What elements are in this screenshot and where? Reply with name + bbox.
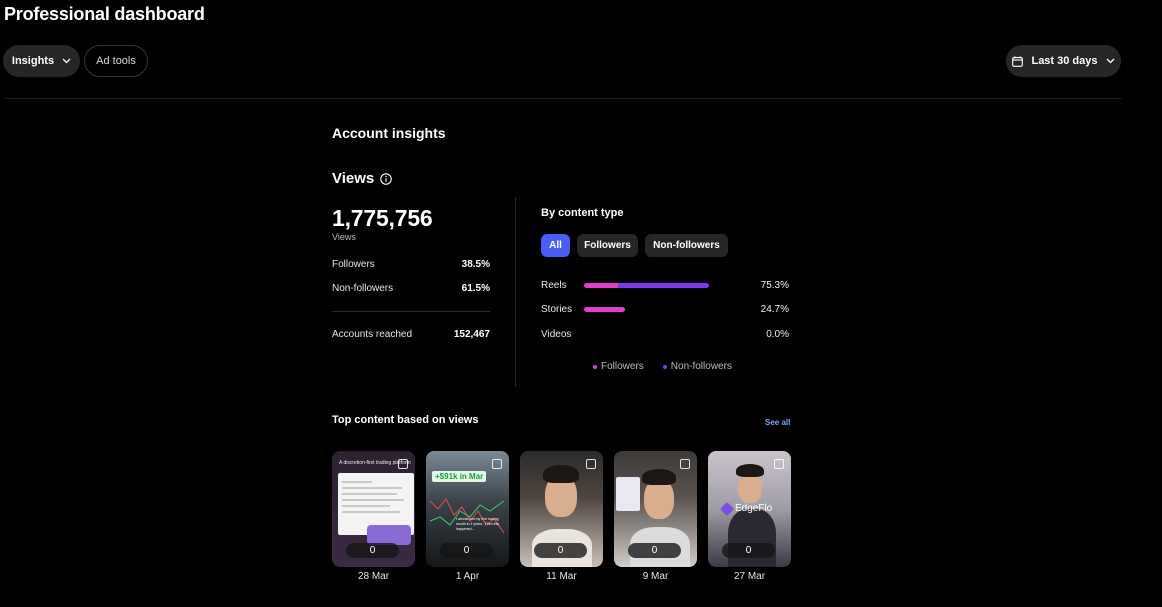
thumbnail-overlay-text: EdgeFlo bbox=[735, 503, 773, 514]
content-type-pct: 24.7% bbox=[760, 304, 789, 315]
reel-icon bbox=[492, 459, 502, 469]
reel-icon bbox=[586, 459, 596, 469]
content-type-bar bbox=[584, 283, 709, 288]
filter-followers-tab[interactable]: Followers bbox=[577, 234, 638, 257]
thumbnail-views-count: 0 bbox=[534, 543, 587, 558]
legend-dot-non-followers bbox=[662, 364, 667, 369]
chart-legend: Followers Non-followers bbox=[593, 361, 732, 372]
non-followers-label: Non-followers bbox=[332, 283, 394, 294]
reel-icon bbox=[680, 459, 690, 469]
content-type-row-videos: Videos 0.0% bbox=[541, 329, 789, 341]
followers-pct: 38.5% bbox=[461, 259, 490, 270]
chevron-down-icon bbox=[1106, 58, 1114, 64]
thumbnail-date: 27 Mar bbox=[733, 571, 766, 582]
date-range-dropdown[interactable]: Last 30 days bbox=[1006, 45, 1121, 77]
date-range-label: Last 30 days bbox=[1031, 55, 1098, 67]
ad-tools-label: Ad tools bbox=[96, 55, 136, 67]
thumbnail-views-count: 0 bbox=[346, 543, 399, 558]
content-type-pct: 75.3% bbox=[760, 280, 789, 291]
person-image bbox=[728, 509, 776, 567]
ad-tools-button[interactable]: Ad tools bbox=[84, 45, 148, 77]
account-insights-title: Account insights bbox=[332, 125, 446, 141]
content-thumbnail[interactable]: A discretion-first trading platform 0 bbox=[332, 451, 415, 567]
thumbnail-date: 9 Mar bbox=[642, 571, 669, 582]
insights-label: Insights bbox=[11, 55, 55, 67]
chevron-down-icon bbox=[62, 58, 71, 64]
legend-non-followers-label: Non-followers bbox=[670, 361, 732, 372]
thumbnail-date: 11 Mar bbox=[546, 571, 577, 582]
accounts-reached-row: Accounts reached 152,467 bbox=[332, 329, 490, 340]
stats-divider bbox=[332, 311, 490, 312]
content-thumbnail[interactable]: +$91k in Mar I almost lost my first trad… bbox=[426, 451, 509, 567]
legend-followers-label: Followers bbox=[601, 361, 644, 372]
views-total-caption: Views bbox=[332, 232, 356, 242]
trading-chart-image bbox=[429, 498, 505, 534]
reel-icon bbox=[774, 459, 784, 469]
filter-non-followers-tab[interactable]: Non-followers bbox=[645, 234, 728, 257]
info-icon[interactable] bbox=[380, 172, 393, 185]
legend-followers: Followers bbox=[593, 361, 644, 372]
face-image bbox=[644, 479, 674, 519]
insights-dropdown[interactable]: Insights bbox=[3, 45, 80, 77]
content-type-row-stories: Stories 24.7% bbox=[541, 304, 789, 316]
hair-image bbox=[543, 465, 579, 483]
followers-label: Followers bbox=[332, 259, 375, 270]
thumbnail-caption: I almost lost my first trading month in … bbox=[456, 517, 500, 531]
thumbnail-date: 28 Mar bbox=[357, 571, 390, 582]
top-content-title: Top content based on views bbox=[332, 414, 479, 426]
accounts-reached-value: 152,467 bbox=[453, 329, 490, 340]
column-divider bbox=[515, 197, 516, 387]
bar-segment-followers bbox=[584, 283, 618, 288]
content-type-pct: 0.0% bbox=[766, 329, 789, 340]
thumbnail-views-count: 0 bbox=[628, 543, 681, 558]
non-followers-pct: 61.5% bbox=[461, 283, 490, 294]
reel-icon bbox=[398, 459, 408, 469]
see-all-link[interactable]: See all bbox=[765, 418, 790, 427]
content-thumbnail[interactable]: EdgeFlo 0 bbox=[708, 451, 791, 567]
header-divider bbox=[4, 98, 1122, 99]
followers-row: Followers 38.5% bbox=[332, 259, 490, 270]
legend-dot-followers bbox=[593, 364, 597, 369]
thumbnail-date: 1 Apr bbox=[455, 571, 480, 582]
content-type-bar bbox=[584, 307, 625, 312]
chat-bubble-image bbox=[367, 525, 411, 545]
content-type-label: Stories bbox=[541, 304, 573, 315]
hair-image bbox=[736, 464, 764, 477]
page-title: Professional dashboard bbox=[4, 4, 205, 24]
content-type-row-reels: Reels 75.3% bbox=[541, 280, 789, 292]
thumbnail-views-count: 0 bbox=[722, 543, 775, 558]
brand-logo: EdgeFlo bbox=[719, 501, 773, 516]
views-total: 1,775,756 bbox=[332, 205, 433, 231]
views-heading: Views bbox=[332, 170, 375, 187]
by-content-type-title: By content type bbox=[541, 207, 624, 219]
gem-icon bbox=[719, 501, 735, 516]
non-followers-row: Non-followers 61.5% bbox=[332, 283, 490, 294]
calendar-icon bbox=[1012, 55, 1024, 67]
content-thumbnail[interactable]: 0 bbox=[520, 451, 603, 567]
accounts-reached-label: Accounts reached bbox=[332, 329, 413, 340]
content-type-label: Videos bbox=[541, 329, 572, 340]
bar-segment-non-followers bbox=[618, 283, 709, 288]
filter-all-tab[interactable]: All bbox=[541, 234, 570, 257]
bar-segment-followers bbox=[584, 307, 625, 312]
content-type-label: Reels bbox=[541, 280, 567, 291]
content-thumbnail[interactable]: 0 bbox=[614, 451, 697, 567]
views-header: Views bbox=[332, 170, 393, 187]
hair-image bbox=[642, 469, 676, 485]
screen-image bbox=[616, 477, 640, 511]
thumbnail-views-count: 0 bbox=[440, 543, 493, 558]
legend-non-followers: Non-followers bbox=[662, 361, 732, 372]
